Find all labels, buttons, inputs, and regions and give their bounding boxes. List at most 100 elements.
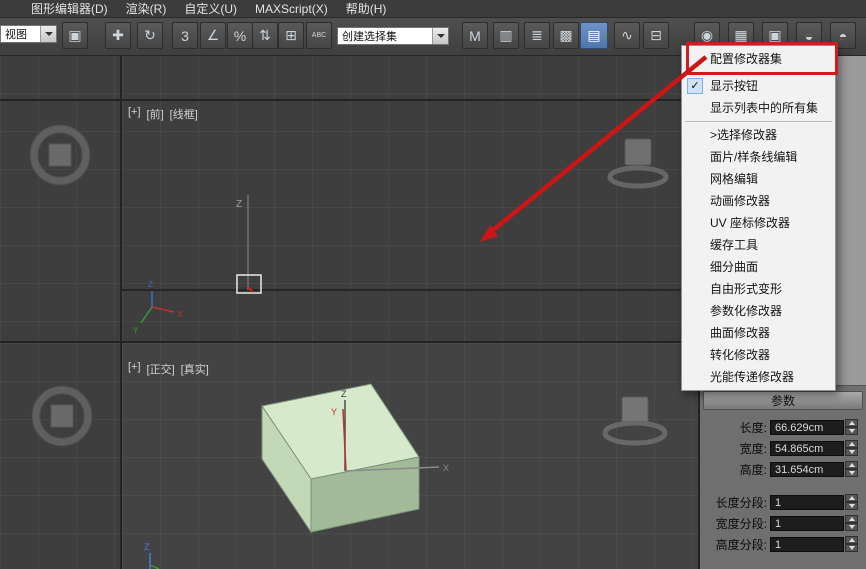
menu-item-free-form-deformations[interactable]: 自由形式变形	[682, 278, 835, 300]
menu-item-cache-tools[interactable]: 缓存工具	[682, 234, 835, 256]
menu-bar: 图形编辑器(D) 渲染(R) 自定义(U) MAXScript(X) 帮助(H)	[0, 0, 866, 18]
layer-manager-icon[interactable]: ≣	[524, 22, 550, 49]
align-icon[interactable]: ▥	[493, 22, 519, 49]
length-segs-field[interactable]: 1	[770, 495, 844, 510]
menu-separator	[685, 121, 832, 122]
spinner-down-icon[interactable]	[845, 502, 858, 510]
front-viewport-label: [+] [前] [线框]	[128, 106, 198, 122]
height-segs-label: 高度分段:	[716, 536, 767, 553]
length-segs-row: 长度分段: 1	[700, 494, 858, 510]
menu-rendering[interactable]: 渲染(R)	[117, 0, 176, 17]
height-label: 高度:	[740, 461, 767, 478]
parameters-rollout-title: 参数	[771, 392, 795, 409]
height-segs-row: 高度分段: 1	[700, 536, 858, 552]
spinner-down-icon[interactable]	[845, 544, 858, 552]
viewport-left-bottom[interactable]	[0, 343, 120, 569]
menu-item-selection-modifiers[interactable]: >选择修改器	[682, 124, 835, 146]
chevron-down-icon[interactable]	[40, 26, 56, 42]
menu-item-subdivision-surfaces[interactable]: 细分曲面	[682, 256, 835, 278]
edit-named-selection-sets-icon[interactable]: ⊞	[278, 22, 304, 49]
width-segs-spinner[interactable]	[845, 515, 858, 531]
width-segs-label: 宽度分段:	[716, 515, 767, 532]
height-segs-spinner[interactable]	[845, 536, 858, 552]
spinner-down-icon[interactable]	[845, 469, 858, 477]
annotation-highlight-box	[686, 42, 838, 75]
width-segs-field[interactable]: 1	[770, 516, 844, 531]
width-row: 宽度: 54.865cm	[700, 440, 858, 456]
percent-snap-icon[interactable]: %	[227, 22, 253, 49]
menu-item-uv-coordinate-modifiers[interactable]: UV 座标修改器	[682, 212, 835, 234]
named-selection-icon[interactable]: ABC	[306, 22, 332, 49]
length-segs-label: 长度分段:	[716, 494, 767, 511]
height-field[interactable]: 31.654cm	[770, 462, 844, 477]
viewport-splitter-horizontal-mid[interactable]	[0, 341, 698, 343]
menu-item-mesh-editing[interactable]: 网格编辑	[682, 168, 835, 190]
viewport-splitter-vertical-left[interactable]	[120, 55, 122, 569]
spinner-down-icon[interactable]	[845, 427, 858, 435]
menu-item-parametric-modifiers[interactable]: 参数化修改器	[682, 300, 835, 322]
menu-item-conversion-modifiers[interactable]: 转化修改器	[682, 344, 835, 366]
viewport-left-top[interactable]	[0, 55, 120, 341]
menu-item-patch-spline-editing[interactable]: 面片/样条线编辑	[682, 146, 835, 168]
viewport-layout-combo[interactable]: 视图	[0, 25, 57, 43]
front-viewport-view-button[interactable]: [前]	[147, 106, 164, 122]
width-spinner[interactable]	[845, 440, 858, 456]
scene-explorer-icon[interactable]: ▩	[553, 22, 579, 49]
select-and-move-icon[interactable]: ✚	[105, 22, 131, 49]
ortho-viewport-view-button[interactable]: [正交]	[147, 361, 175, 377]
mirror-icon[interactable]: M	[462, 22, 488, 49]
height-segs-field[interactable]: 1	[770, 537, 844, 552]
length-field[interactable]: 66.629cm	[770, 420, 844, 435]
height-row: 高度: 31.654cm	[700, 461, 858, 477]
ortho-viewport-menu-button[interactable]: [+]	[128, 361, 141, 377]
spinner-down-icon[interactable]	[845, 448, 858, 456]
ortho-viewport-label: [+] [正交] [真实]	[128, 361, 209, 377]
viewport-splitter-horizontal-top[interactable]	[0, 99, 698, 101]
menu-graph-editors[interactable]: 图形编辑器(D)	[22, 0, 117, 17]
select-and-rotate-icon[interactable]: ↻	[137, 22, 163, 49]
length-row: 长度: 66.629cm	[700, 419, 858, 435]
menu-maxscript[interactable]: MAXScript(X)	[246, 2, 337, 16]
snaps-toggle-icon[interactable]: 3	[172, 22, 198, 49]
menu-help[interactable]: 帮助(H)	[337, 0, 396, 17]
width-segs-row: 宽度分段: 1	[700, 515, 858, 531]
parameters-rollout-header[interactable]: 参数	[703, 391, 863, 410]
height-spinner[interactable]	[845, 461, 858, 477]
spinner-snap-icon[interactable]: ⇅	[252, 22, 278, 49]
application-window: [+] [前] [线框] [+] [正交] [真实] Z X Y Z Z Y	[0, 0, 866, 569]
named-selection-set-combo-value: 创建选择集	[338, 28, 432, 44]
angle-snap-icon[interactable]: ∠	[200, 22, 226, 49]
width-label: 宽度:	[740, 440, 767, 457]
menu-item-surface-modifiers[interactable]: 曲面修改器	[682, 322, 835, 344]
spinner-up-icon[interactable]	[845, 494, 858, 502]
viewport-front[interactable]	[122, 55, 698, 341]
front-viewport-shading-button[interactable]: [线框]	[170, 106, 198, 122]
ortho-viewport-shading-button[interactable]: [真实]	[181, 361, 209, 377]
checkmark-icon: ✓	[687, 78, 703, 94]
length-segs-spinner[interactable]	[845, 494, 858, 510]
named-selection-set-combo[interactable]: 创建选择集	[337, 27, 449, 45]
menu-item-show-buttons[interactable]: ✓ 显示按钮	[682, 75, 835, 97]
length-label: 长度:	[740, 419, 767, 436]
spinner-up-icon[interactable]	[845, 536, 858, 544]
front-viewport-menu-button[interactable]: [+]	[128, 106, 141, 122]
spinner-down-icon[interactable]	[845, 523, 858, 531]
spinner-up-icon[interactable]	[845, 515, 858, 523]
curve-editor-icon[interactable]: ∿	[614, 22, 640, 49]
schematic-view-icon[interactable]: ⊟	[643, 22, 669, 49]
menu-item-show-buttons-label: 显示按钮	[710, 79, 758, 93]
length-spinner[interactable]	[845, 419, 858, 435]
spinner-up-icon[interactable]	[845, 440, 858, 448]
select-object-icon[interactable]: ▣	[62, 22, 88, 49]
menu-item-animation-modifiers[interactable]: 动画修改器	[682, 190, 835, 212]
menu-item-show-all-sets-in-list[interactable]: 显示列表中的所有集	[682, 97, 835, 119]
menu-item-radiosity-modifiers[interactable]: 光能传递修改器	[682, 366, 835, 388]
viewport-layout-combo-value: 视图	[1, 26, 40, 42]
width-field[interactable]: 54.865cm	[770, 441, 844, 456]
spinner-up-icon[interactable]	[845, 461, 858, 469]
graphite-ribbon-toggle-icon[interactable]: ▤	[580, 22, 608, 49]
modifier-sets-context-menu: 配置修改器集 ✓ 显示按钮 显示列表中的所有集 >选择修改器 面片/样条线编辑 …	[681, 45, 836, 391]
chevron-down-icon[interactable]	[432, 28, 448, 44]
spinner-up-icon[interactable]	[845, 419, 858, 427]
menu-customize[interactable]: 自定义(U)	[175, 0, 246, 17]
